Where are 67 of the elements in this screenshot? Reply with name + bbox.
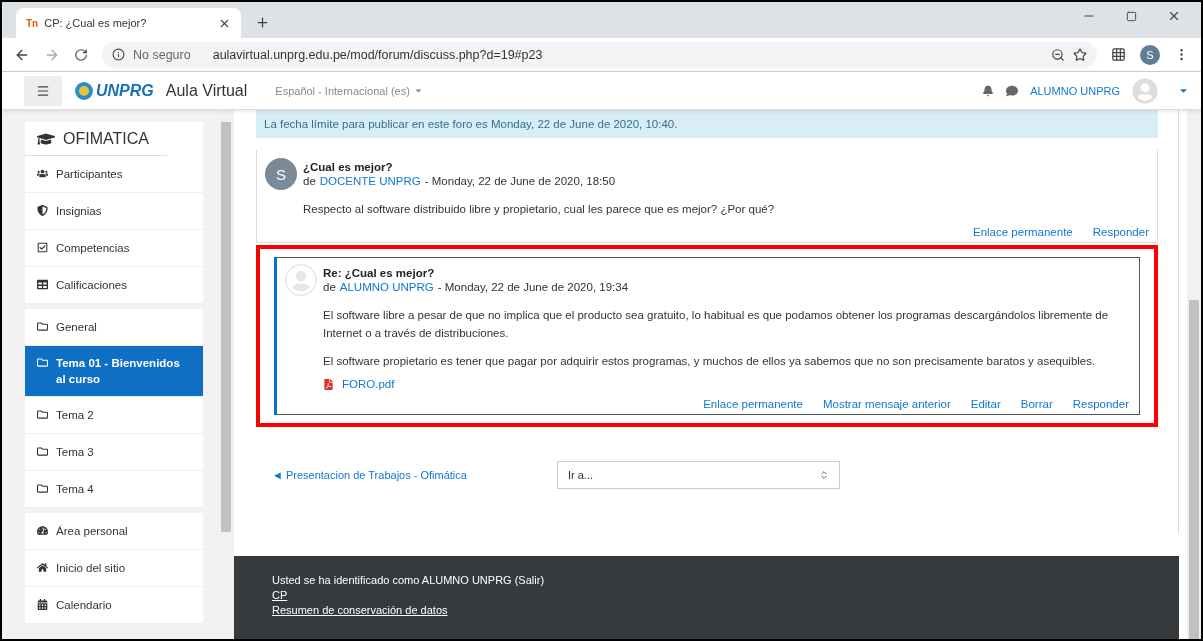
bell-icon[interactable] [982, 84, 995, 97]
home-icon [37, 560, 48, 573]
folder-icon [37, 355, 48, 368]
post-action-link[interactable]: Responder [1072, 398, 1129, 410]
chat-icon[interactable] [1006, 84, 1019, 97]
maximize-icon[interactable] [1126, 9, 1137, 23]
post-action-link[interactable]: Enlace permanente [973, 226, 1073, 238]
jump-select[interactable]: Ir a... [556, 461, 840, 489]
site-name: Aula Virtual [165, 81, 248, 100]
reload-icon[interactable] [74, 47, 88, 62]
author-link[interactable]: ALUMNO UNPRG [339, 281, 434, 293]
post-subject: Re: ¿Cual es mejor? [323, 267, 436, 279]
folder-icon [37, 407, 48, 420]
post-text: El software libre a pesar de que no implica que el producto sea gratuito, lo habitual es que podamos obtener los programas descargándolos libremente de Internet o a través de distribuciones. [323, 308, 1110, 341]
checkbox-icon [37, 240, 48, 253]
updown-arrows-icon [818, 470, 829, 480]
shield-icon [37, 203, 48, 216]
by-label: de [303, 175, 316, 187]
dashboard-icon [37, 523, 48, 536]
attachment-link[interactable]: FORO.pdf [342, 378, 395, 390]
user-menu-link[interactable]: ALUMNO UNPRG [1030, 84, 1120, 97]
post-date: - Monday, 22 de June de 2020, 19:34 [437, 281, 629, 293]
author-link[interactable]: DOCENTE UNPRG [319, 175, 421, 187]
pdf-icon [323, 378, 334, 390]
menu-icon [36, 83, 50, 98]
address-field[interactable]: No seguro aulavirtual.unprg.edu.pe/mod/forum/discuss.php?d=19#p23 [102, 41, 1097, 68]
post-subject: ¿Cual es mejor? [303, 161, 394, 173]
folder-icon [37, 319, 48, 332]
avatar [285, 264, 317, 296]
post-action-link[interactable]: Editar [970, 398, 1001, 410]
new-tab-icon[interactable] [255, 15, 270, 30]
post-date: - Monday, 22 de June de 2020, 18:50 [424, 175, 616, 187]
deadline-alert: La fecha límite para publicar en este foro es Monday, 22 de June de 2020, 10:40. [256, 110, 1158, 138]
avatar: S [265, 158, 297, 190]
info-icon [112, 48, 125, 61]
language-menu[interactable]: Español - Internacional (es) [269, 83, 429, 98]
post-text: El software propietario es tener que pagar por adquirir estos programas, y muchos de ellos ya sabemos que no son precisamente baratos y asequibles. [323, 354, 1097, 369]
login-info: Usted se ha identificado como ALUMNO UNPRG (Salir) [272, 574, 546, 586]
zoom-out-icon[interactable] [1051, 47, 1065, 62]
folder-icon [37, 481, 48, 494]
star-icon[interactable] [1073, 47, 1087, 62]
course-link[interactable]: CP [272, 589, 1179, 601]
previous-discussion-link[interactable]: ◄ Presentacion de Trabajos - Ofimática [272, 469, 467, 481]
data-retention-link[interactable]: Resumen de conservación de datos [272, 604, 1179, 616]
calendar-icon [37, 597, 48, 610]
logo-text: UNPRG [96, 81, 154, 100]
close-icon[interactable] [1167, 9, 1181, 23]
favicon: Tn [26, 17, 39, 29]
browser-tab[interactable]: Tn CP: ¿Cual es mejor? [16, 8, 241, 38]
menu-button[interactable] [24, 75, 62, 106]
folder-icon [37, 444, 48, 457]
table-icon [37, 277, 48, 290]
post-action-link[interactable]: Borrar [1020, 398, 1053, 410]
post-action-link[interactable]: Enlace permanente [703, 398, 803, 410]
sidebar-item[interactable]: Tema 01 - Bienvenidos al curso [25, 346, 203, 397]
post-action-link[interactable]: Responder [1092, 226, 1149, 238]
security-label: No seguro [133, 47, 191, 62]
post-action-link[interactable]: Mostrar mensaje anterior [822, 398, 951, 410]
post-text: Respecto al software distribuido libre y propietario, cual les parece que es mejor? ¿Por qué? [303, 202, 776, 217]
grid-icon[interactable] [1111, 47, 1126, 62]
tab-title: CP: ¿Cual es mejor? [44, 17, 148, 29]
url-text: aulavirtual.unprg.edu.pe/mod/forum/discuss.php?d=19#p23 [212, 47, 544, 62]
profile-avatar[interactable]: S [1140, 44, 1160, 65]
caret-icon [413, 86, 423, 95]
course-title: OFIMATICA [63, 129, 149, 148]
by-label: de [323, 281, 336, 293]
logo-icon [74, 80, 94, 101]
